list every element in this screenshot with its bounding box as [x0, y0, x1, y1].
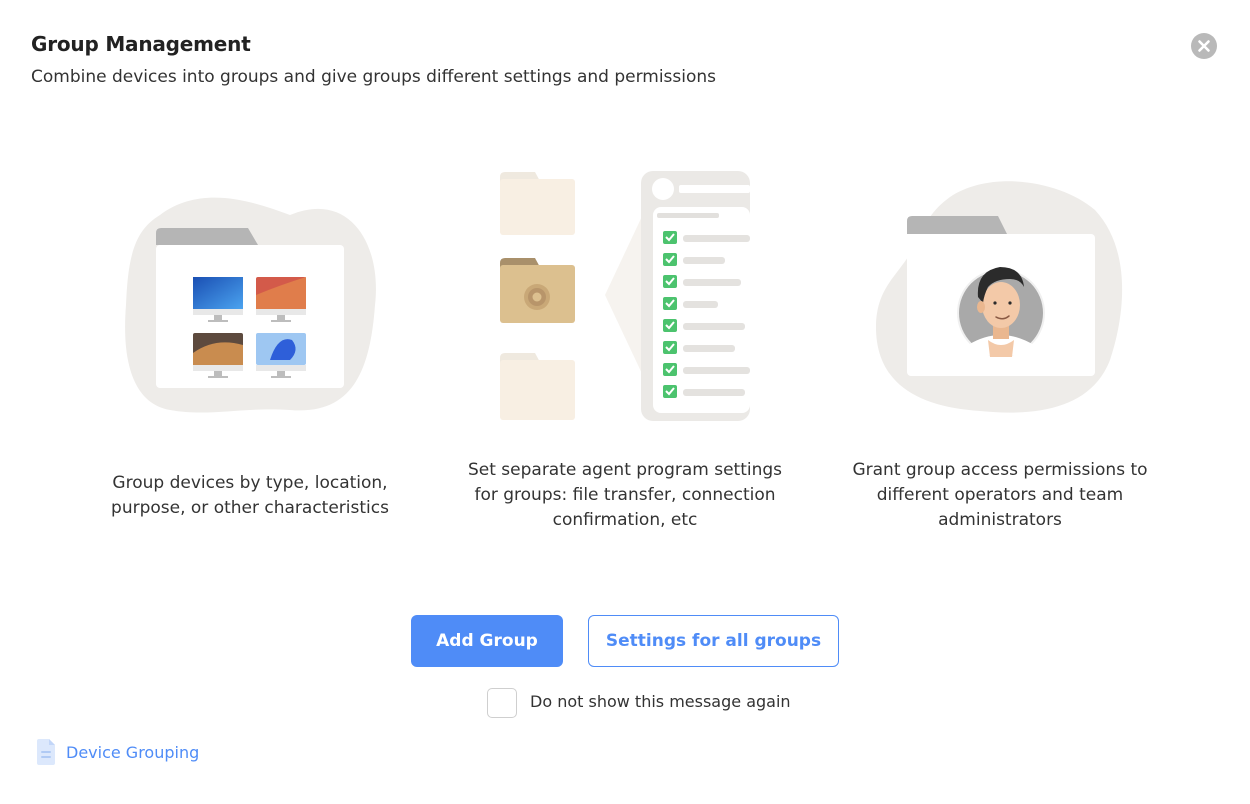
feature-access-permissions: Grant group access permissions to differ…: [830, 458, 1170, 533]
feature-text-line: different operators and team: [876, 485, 1124, 505]
device-grouping-doc-link[interactable]: Device Grouping: [35, 739, 199, 765]
devices-folder-illustration: [120, 185, 380, 420]
feature-text-line: confirmation, etc: [552, 510, 698, 530]
feature-text-line: administrators: [938, 510, 1062, 530]
dialog-subtitle: Combine devices into groups and give gro…: [31, 67, 717, 87]
group-management-dialog: Group Management Combine devices into gr…: [0, 0, 1250, 804]
feature-agent-settings: Set separate agent program settings for …: [455, 458, 795, 533]
close-icon: [1198, 40, 1210, 52]
operator-permissions-illustration: [870, 175, 1130, 420]
feature-text-line: Group devices by type, location,: [112, 473, 388, 493]
dialog-title: Group Management: [31, 32, 251, 56]
feature-text-line: Grant group access permissions to: [852, 460, 1148, 480]
feature-text-line: purpose, or other characteristics: [111, 498, 389, 518]
do-not-show-again-checkbox[interactable]: [487, 688, 517, 718]
add-group-button[interactable]: Add Group: [411, 615, 563, 667]
device-grouping-link-text[interactable]: Device Grouping: [66, 743, 199, 762]
close-button[interactable]: [1191, 33, 1217, 59]
settings-checklist-illustration: [495, 165, 755, 425]
settings-for-all-groups-button[interactable]: Settings for all groups: [588, 615, 839, 667]
do-not-show-again-label[interactable]: Do not show this message again: [530, 692, 791, 711]
feature-group-devices: Group devices by type, location, purpose…: [80, 471, 420, 521]
feature-text-line: Set separate agent program settings: [467, 460, 783, 480]
document-icon: [37, 739, 55, 765]
feature-text-line: for groups: file transfer, connection: [474, 485, 776, 505]
